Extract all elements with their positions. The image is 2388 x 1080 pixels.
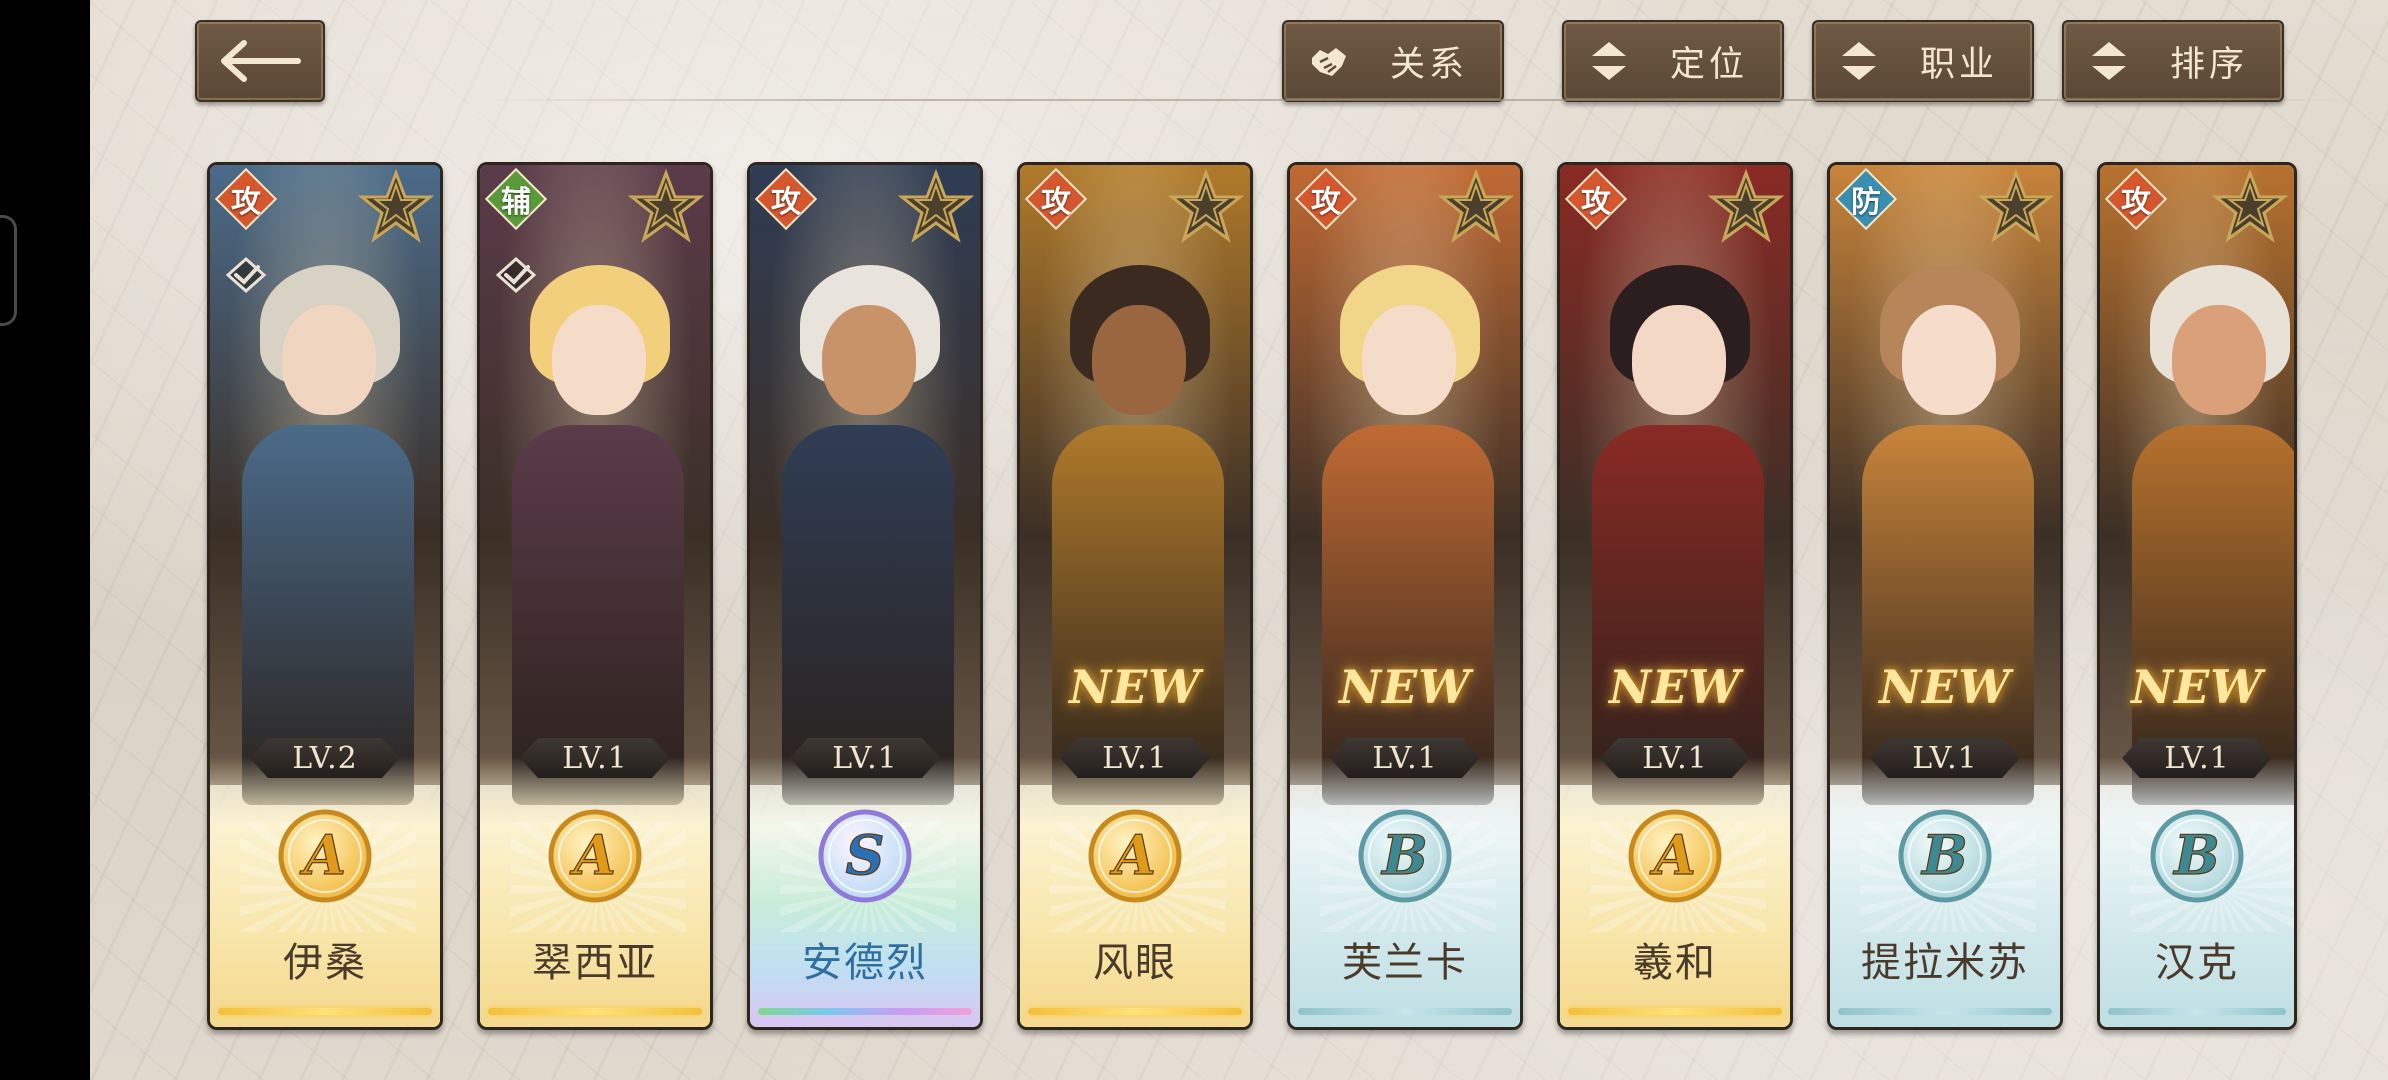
character-name: 翠西亚 <box>532 940 658 986</box>
role-label: 攻 <box>771 185 801 220</box>
star-rank-icon <box>1168 169 1244 243</box>
role-label: 防 <box>1851 185 1881 220</box>
rank-letter: A <box>1649 823 1696 887</box>
level-label: LV.1 <box>1330 738 1480 778</box>
character-face <box>552 305 646 415</box>
rank-medal-icon: B <box>1898 809 1992 903</box>
rank-letter: A <box>1109 823 1156 887</box>
new-badge: NEW <box>1609 660 1741 714</box>
character-face <box>822 305 916 415</box>
star-rank-icon <box>1978 169 2054 243</box>
character-card[interactable]: 攻 LV.1 S 安德烈 <box>747 162 983 1030</box>
character-name: 羲和 <box>1633 940 1717 986</box>
rank-letter: B <box>1920 823 1968 887</box>
role-label: 攻 <box>231 185 261 220</box>
character-name: 汉克 <box>2155 940 2239 986</box>
character-face <box>1092 305 1186 415</box>
rank-medal-icon: A <box>278 809 372 903</box>
rank-letter: A <box>299 823 346 887</box>
character-face <box>282 305 376 415</box>
role-label: 攻 <box>1041 185 1071 220</box>
character-portrait <box>750 165 980 805</box>
character-name: 提拉米苏 <box>1861 940 2029 986</box>
rank-medal-icon: A <box>1628 809 1722 903</box>
role-label: 辅 <box>501 185 531 220</box>
character-card[interactable]: 攻 NEW LV.1 B 芙兰卡 <box>1287 162 1523 1030</box>
character-figure <box>230 235 426 805</box>
character-figure <box>770 235 966 805</box>
check-icon <box>225 256 267 294</box>
character-collection-screen: 关系 定位 职业 排序 攻 LV.2 A 伊桑辅 LV.1 A 翠西亚攻 LV.1 S 安德烈攻 N… <box>90 0 2388 1080</box>
side-drawer-handle[interactable] <box>0 215 17 326</box>
character-card[interactable]: 辅 LV.1 A 翠西亚 <box>477 162 713 1030</box>
character-figure <box>500 235 696 805</box>
character-face <box>1362 305 1456 415</box>
character-name: 风眼 <box>1093 940 1177 986</box>
level-label: LV.1 <box>1600 738 1750 778</box>
new-badge: NEW <box>1339 660 1471 714</box>
character-name: 芙兰卡 <box>1342 940 1468 986</box>
level-label: LV.1 <box>1870 738 2020 778</box>
role-label: 攻 <box>2121 185 2151 220</box>
rank-medal-icon: S <box>818 809 912 903</box>
rank-letter: B <box>1380 823 1428 887</box>
character-face <box>1632 305 1726 415</box>
check-icon <box>495 256 537 294</box>
role-label: 攻 <box>1311 185 1341 220</box>
rank-letter: B <box>2172 823 2220 887</box>
star-rank-icon <box>1708 169 1784 243</box>
star-rank-icon <box>1438 169 1514 243</box>
character-name: 伊桑 <box>283 940 367 986</box>
card-bottom-bar <box>758 1008 972 1015</box>
character-face <box>1902 305 1996 415</box>
new-badge: NEW <box>1069 660 1201 714</box>
card-bottom-bar <box>218 1008 432 1015</box>
rank-medal-icon: A <box>1088 809 1182 903</box>
role-label: 攻 <box>1581 185 1611 220</box>
character-face <box>2172 305 2266 415</box>
level-label: LV.1 <box>1060 738 1210 778</box>
star-rank-icon <box>628 169 704 243</box>
level-label: LV.1 <box>2122 738 2272 778</box>
rank-medal-icon: B <box>2150 809 2244 903</box>
character-card[interactable]: 防 NEW LV.1 B 提拉米苏 <box>1827 162 2063 1030</box>
level-label: LV.2 <box>250 738 400 778</box>
new-badge: NEW <box>2131 660 2263 714</box>
rank-medal-icon: B <box>1358 809 1452 903</box>
rank-letter: A <box>569 823 616 887</box>
new-badge: NEW <box>1879 660 2011 714</box>
character-card[interactable]: 攻 NEW LV.1 A 风眼 <box>1017 162 1253 1030</box>
card-bottom-bar <box>1568 1008 1782 1015</box>
level-label: LV.1 <box>790 738 940 778</box>
star-rank-icon <box>898 169 974 243</box>
rank-medal-icon: A <box>548 809 642 903</box>
character-card[interactable]: 攻 NEW LV.1 B 汉克 <box>2097 162 2297 1030</box>
card-bottom-bar <box>1838 1008 2052 1015</box>
character-card[interactable]: 攻 NEW LV.1 A 羲和 <box>1557 162 1793 1030</box>
character-card-list: 攻 LV.2 A 伊桑 辅 LV.1 A 翠西亚 攻 LV.1 S 安德烈 攻 NEW LV.1 A 风眼 攻 NE… <box>90 0 2388 1080</box>
star-rank-icon <box>2212 169 2288 243</box>
card-bottom-bar <box>488 1008 702 1015</box>
card-bottom-bar <box>1028 1008 1242 1015</box>
character-name: 安德烈 <box>802 940 928 986</box>
star-rank-icon <box>358 169 434 243</box>
level-label: LV.1 <box>520 738 670 778</box>
card-bottom-bar <box>2108 1008 2286 1015</box>
character-card[interactable]: 攻 LV.2 A 伊桑 <box>207 162 443 1030</box>
card-bottom-bar <box>1298 1008 1512 1015</box>
rank-letter: S <box>846 823 885 887</box>
